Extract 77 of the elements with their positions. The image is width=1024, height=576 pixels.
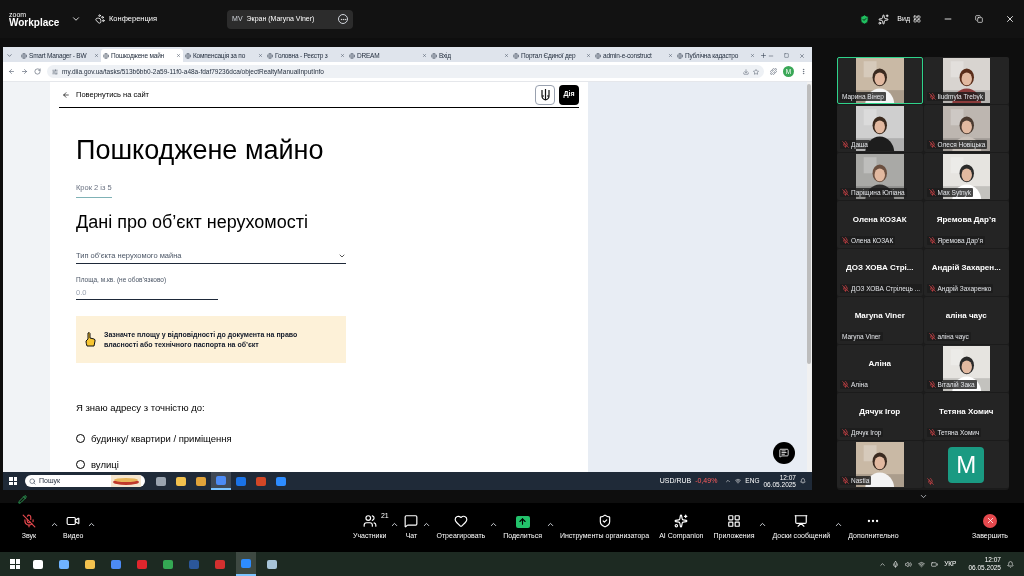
start-icon[interactable] [9,477,17,485]
close-icon [985,516,995,526]
close-tab-icon[interactable] [750,53,755,58]
avatar: M [948,446,985,483]
globe-icon [21,52,27,59]
arrow-left-icon [62,90,70,99]
participant-display-name: Яремова Дар’я [936,214,996,226]
sparkle-icon[interactable] [878,13,890,25]
section-title: Дані про об’єкт нерухомості [76,210,309,233]
volume-icon [905,560,913,568]
chevron-down-icon[interactable] [919,492,928,501]
close-tab-icon[interactable] [176,53,181,58]
chevron-down-icon[interactable] [71,14,81,24]
close-tab-icon[interactable] [668,53,673,58]
apps-icon [726,513,741,528]
bookmark-icon[interactable] [753,68,759,75]
globe-icon [595,52,601,59]
annotate-icon[interactable] [18,495,27,504]
globe-icon [431,52,437,59]
reload-icon[interactable] [34,68,41,75]
chat-button[interactable] [773,442,795,464]
page-title: Пошкоджене майно [76,134,325,167]
close-tab-icon[interactable] [504,53,509,58]
whiteboard-icon [794,513,809,528]
forward-icon[interactable] [21,68,28,75]
microphone-icon [892,560,900,568]
close-tab-icon[interactable] [94,53,99,58]
paw-icon [95,14,105,24]
arrow-up-icon [518,517,528,527]
participant-display-name: аліна чаус [945,310,987,322]
participant-display-name: Аліна [868,358,891,370]
question: Я знаю адресу з точністю до: [76,401,206,416]
globe-icon [513,52,519,59]
participant-display-name: Андрій Захарен... [931,262,1001,274]
notification-icon[interactable] [800,478,806,484]
shield-icon [597,513,612,528]
radio-option[interactable]: будинку/ квартири / приміщення [76,431,579,446]
new-tab-icon[interactable] [760,52,767,59]
tray-icon[interactable] [879,560,887,568]
participant-display-name: Дячук Ігор [859,406,901,418]
chat-icon [404,513,419,528]
wifi-icon [918,560,926,568]
globe-icon [677,52,683,59]
battery-icon [931,560,939,568]
close-icon[interactable] [1005,14,1015,24]
globe-icon [267,52,273,59]
participants-icon [362,513,377,528]
globe-icon [185,52,191,59]
restore-icon[interactable] [975,15,983,23]
participant-display-name: Тетяна Хомич [939,406,994,418]
extensions-icon[interactable] [770,68,777,75]
pointing-hand-icon [85,332,96,348]
start-icon[interactable] [10,559,20,569]
chat-icon [779,448,789,458]
participant-display-name: Maryna Viner [854,310,905,322]
sliders-icon[interactable] [52,68,58,75]
chevron-down-icon [338,252,346,260]
close-tab-icon[interactable] [340,53,345,58]
globe-icon [349,52,355,59]
participant-display-name: Олена КОЗАК [852,214,907,226]
globe-icon [103,52,109,59]
tab-list-icon[interactable] [6,52,13,59]
wifi-icon [735,478,742,484]
trident-icon [535,84,555,105]
grid-icon [913,15,921,23]
tray-icon[interactable] [725,478,732,484]
heart-icon [453,513,468,528]
sparkle-icon [674,513,689,528]
product-name: Workplace [9,17,61,28]
participant-display-name: ДОЗ ХОВА Стрі... [846,262,914,274]
shield-icon [859,13,871,25]
close-tab-icon[interactable] [258,53,263,58]
radio-option[interactable]: вулиці [76,457,579,472]
notification-icon[interactable] [1007,560,1014,568]
close-tab-icon[interactable] [586,53,591,58]
back-icon[interactable] [8,68,15,75]
close-tab-icon[interactable] [422,53,427,58]
